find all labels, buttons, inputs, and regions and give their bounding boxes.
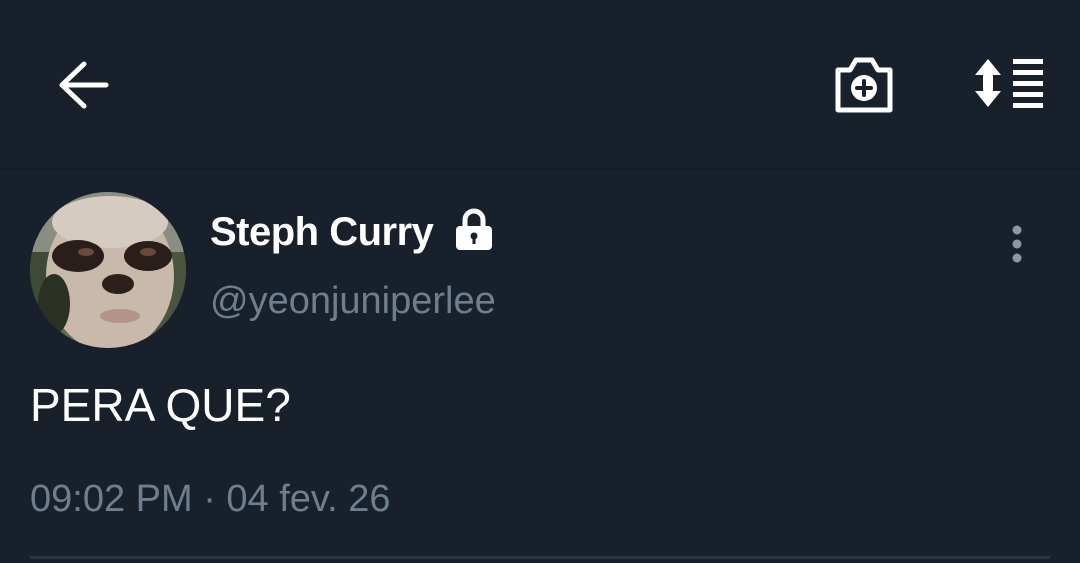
tweet-text: PERA QUE?	[30, 379, 291, 431]
divider	[30, 556, 1050, 559]
more-vertical-icon	[1012, 225, 1022, 263]
more-options-button[interactable]	[998, 220, 1036, 268]
avatar[interactable]	[30, 192, 186, 348]
lock-icon	[454, 208, 494, 252]
tweet-detail-screen: Steph Curry @yeonjuniperlee PERA QUE? 09…	[0, 0, 1080, 563]
arrow-left-icon	[59, 61, 109, 109]
sort-order-button[interactable]	[966, 50, 1050, 116]
back-button[interactable]	[50, 52, 116, 118]
top-app-bar	[0, 0, 1080, 170]
display-name[interactable]: Steph Curry	[210, 210, 434, 255]
tweet-timestamp: 09:02 PM · 04 fev. 26	[30, 478, 391, 520]
camera-plus-icon	[835, 57, 893, 113]
sort-order-icon	[975, 59, 1043, 108]
add-photo-button[interactable]	[828, 50, 900, 120]
avatar-image	[30, 192, 186, 348]
user-handle[interactable]: @yeonjuniperlee	[210, 280, 496, 323]
